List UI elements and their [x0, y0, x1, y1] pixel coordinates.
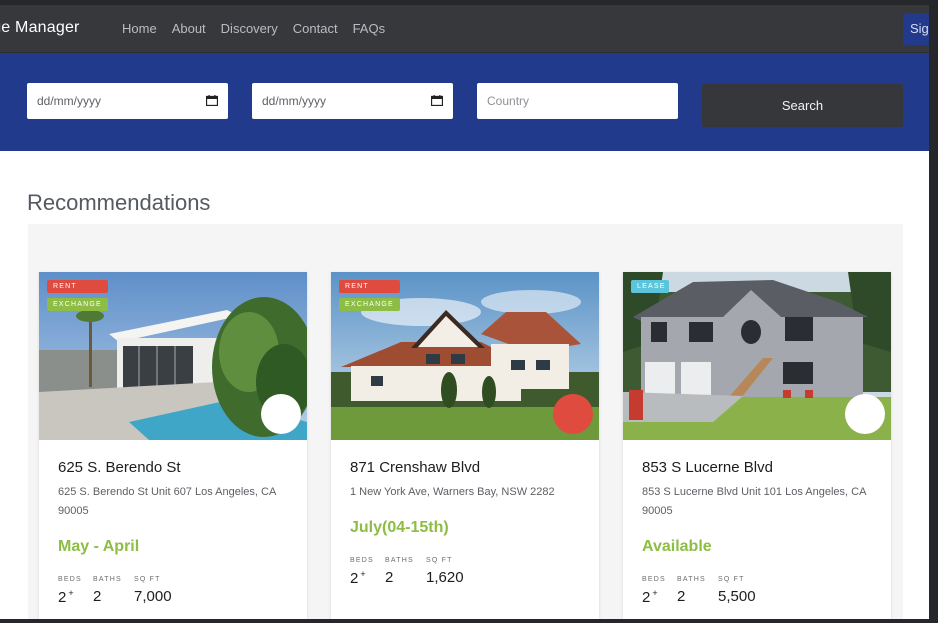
beds-plus: +: [360, 569, 366, 579]
beds-value: 2 +: [58, 588, 82, 606]
nav-link-contact[interactable]: Contact: [293, 21, 338, 36]
baths-value: 2: [385, 569, 394, 586]
nav-link-discovery[interactable]: Discovery: [221, 21, 278, 36]
sqft-stat: SQ FT 1,620: [426, 557, 464, 586]
beds-stat: BEDS 2 +: [58, 576, 82, 606]
beds-label: BEDS: [642, 576, 666, 583]
nav-link-home[interactable]: Home: [122, 21, 157, 36]
rent-tag: RENT: [339, 280, 400, 293]
sqft-value: 5,500: [718, 588, 756, 605]
search-bar: dd/mm/yyyy dd/mm/yyyy Country Search: [0, 53, 929, 151]
search-button[interactable]: Search: [702, 84, 903, 127]
sqft-label: SQ FT: [426, 557, 453, 564]
property-address: 1 New York Ave, Warners Bay, NSW 2282: [350, 486, 555, 498]
availability-label: May - April: [58, 538, 140, 555]
rent-tag: RENT: [47, 280, 108, 293]
recommendations-list: RENT EXCHANGE 625 S. Berendo St 625 S. B…: [28, 224, 903, 619]
beds-count: 2: [58, 589, 67, 606]
sqft-stat: SQ FT 5,500: [718, 576, 756, 605]
favorite-button[interactable]: [845, 394, 885, 434]
availability-label: July(04-15th): [350, 519, 449, 536]
top-navbar: ange Manager Home About Discovery Contac…: [0, 5, 929, 53]
favorite-button[interactable]: [553, 394, 593, 434]
baths-label: BATHS: [385, 557, 414, 564]
beds-label: BEDS: [58, 576, 82, 583]
exchange-tag: EXCHANGE: [339, 298, 400, 311]
property-title[interactable]: 871 Crenshaw Blvd: [350, 459, 480, 476]
country-input[interactable]: Country: [477, 83, 678, 119]
beds-count: 2: [350, 570, 359, 587]
property-address: 853 S Lucerne Blvd Unit 101 Los Angeles,…: [642, 486, 866, 517]
favorite-button[interactable]: [261, 394, 301, 434]
property-card[interactable]: RENT EXCHANGE 871 Crenshaw Blvd 1 New Yo…: [331, 272, 599, 619]
date-to-placeholder: dd/mm/yyyy: [262, 94, 327, 108]
date-to-input[interactable]: dd/mm/yyyy: [252, 83, 453, 119]
beds-value: 2 +: [642, 588, 666, 606]
baths-value: 2: [93, 588, 102, 605]
beds-stat: BEDS 2 +: [642, 576, 666, 606]
lease-tag: LEASE: [631, 280, 669, 293]
country-placeholder: Country: [487, 94, 530, 108]
availability-label: Available: [642, 538, 712, 555]
beds-plus: +: [652, 588, 658, 598]
baths-value: 2: [677, 588, 686, 605]
exchange-tag: EXCHANGE: [47, 298, 108, 311]
date-from-input[interactable]: dd/mm/yyyy: [27, 83, 228, 119]
nav-link-about[interactable]: About: [172, 21, 206, 36]
sqft-label: SQ FT: [134, 576, 161, 583]
beds-label: BEDS: [350, 557, 374, 564]
baths-label: BATHS: [677, 576, 706, 583]
property-title[interactable]: 853 S Lucerne Blvd: [642, 459, 773, 476]
baths-stat: BATHS 2: [385, 557, 414, 586]
sqft-value: 7,000: [134, 588, 172, 605]
beds-count: 2: [642, 589, 651, 606]
browser-viewport: ange Manager Home About Discovery Contac…: [0, 5, 929, 619]
sqft-stat: SQ FT 7,000: [134, 576, 172, 605]
date-from-placeholder: dd/mm/yyyy: [37, 94, 102, 108]
nav-links: Home About Discovery Contact FAQs: [122, 21, 400, 36]
sqft-value: 1,620: [426, 569, 464, 586]
section-title: Recommendations: [27, 190, 211, 215]
sqft-label: SQ FT: [718, 576, 745, 583]
baths-stat: BATHS 2: [93, 576, 122, 605]
property-address: 625 S. Berendo St Unit 607 Los Angeles, …: [58, 486, 276, 517]
calendar-icon[interactable]: [431, 95, 443, 106]
nav-link-faqs[interactable]: FAQs: [353, 21, 386, 36]
baths-label: BATHS: [93, 576, 122, 583]
property-title[interactable]: 625 S. Berendo St: [58, 459, 181, 476]
baths-stat: BATHS 2: [677, 576, 706, 605]
calendar-icon[interactable]: [206, 95, 218, 106]
beds-stat: BEDS 2 +: [350, 557, 374, 587]
property-card[interactable]: RENT EXCHANGE 625 S. Berendo St 625 S. B…: [39, 272, 307, 619]
beds-value: 2 +: [350, 569, 374, 587]
brand-logo[interactable]: ange Manager: [0, 19, 80, 37]
beds-plus: +: [68, 588, 74, 598]
property-card[interactable]: LEASE 853 S Lucerne Blvd 853 S Lucerne B…: [623, 272, 891, 619]
sign-in-button[interactable]: Sig: [903, 13, 929, 45]
